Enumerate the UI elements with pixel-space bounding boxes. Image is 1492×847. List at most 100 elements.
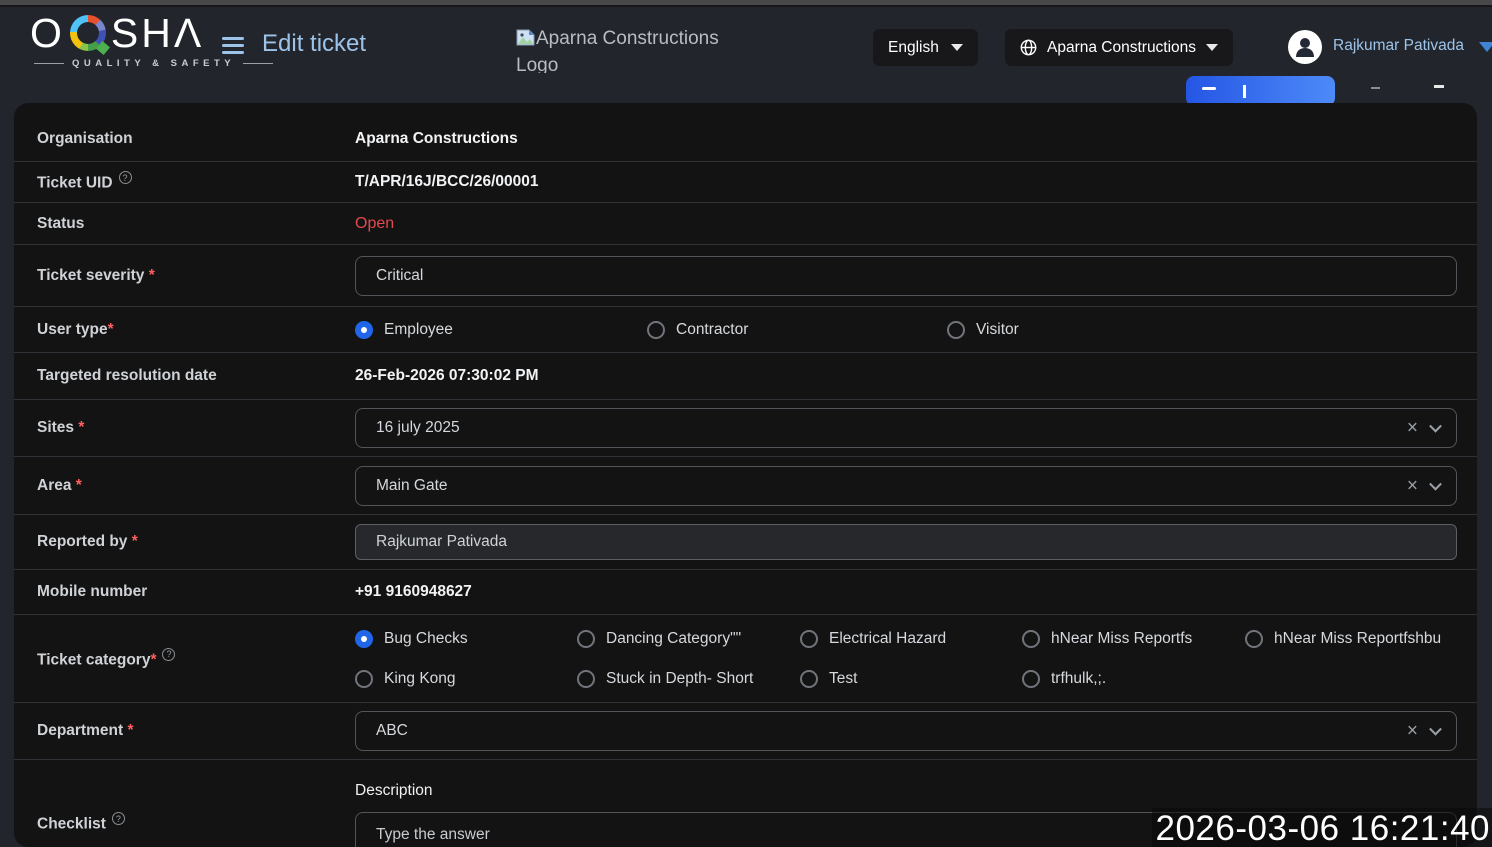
radio-selected-icon[interactable] [355, 321, 373, 339]
status-label: Status [37, 215, 355, 233]
ticket-uid-value: T/APR/16J/BCC/26/00001 [355, 173, 1457, 191]
user-menu-caret-icon[interactable] [1479, 42, 1492, 52]
mobile-number-label: Mobile number [37, 583, 355, 601]
user-avatar[interactable] [1288, 30, 1322, 64]
area-select[interactable]: Main Gate × [355, 466, 1457, 506]
category-option-king-kong[interactable]: King Kong [355, 670, 577, 688]
target-date-label: Targeted resolution date [37, 367, 355, 385]
user-type-option-visitor[interactable]: Visitor [947, 321, 1457, 339]
radio-icon[interactable] [947, 321, 965, 339]
logo-q-ring-icon [70, 15, 106, 51]
radio-icon[interactable] [1245, 630, 1263, 648]
screen-timestamp-overlay: 2026-03-06 16:21:40 [1152, 808, 1492, 847]
reported-by-input[interactable] [355, 524, 1457, 560]
radio-selected-icon[interactable] [355, 630, 373, 648]
help-icon[interactable]: ? [119, 171, 132, 184]
logo-q-tail [96, 41, 110, 55]
form-row-department: Department * ABC × [14, 703, 1477, 760]
form-row-mobile-number: Mobile number +91 9160948627 [14, 570, 1477, 615]
department-select[interactable]: ABC × [355, 711, 1457, 751]
category-option-stuck-in-depth-short[interactable]: Stuck in Depth- Short [577, 670, 800, 688]
sites-label: Sites * [37, 419, 355, 437]
form-row-organisation: Organisation Aparna Constructions [14, 117, 1477, 162]
page-title: Edit ticket [262, 30, 366, 58]
chevron-down-icon[interactable] [1429, 420, 1442, 433]
radio-icon[interactable] [577, 670, 595, 688]
clear-icon[interactable]: × [1407, 419, 1418, 438]
ticket-category-label: Ticket category*? [37, 648, 355, 670]
form-row-target-date: Targeted resolution date 26-Feb-2026 07:… [14, 353, 1477, 400]
required-asterisk: * [123, 722, 133, 739]
form-row-ticket-category: Ticket category*? Bug Checks Dancing Cat… [14, 615, 1477, 703]
radio-icon[interactable] [647, 321, 665, 339]
category-option-hnear-miss-reportfshbu[interactable]: hNear Miss Reportfshbu [1245, 630, 1457, 648]
update-ticket-button[interactable] [1186, 76, 1335, 106]
form-row-area: Area * Main Gate × [14, 457, 1477, 515]
logo-letters-sha: SHΛ [111, 11, 204, 55]
language-selector-label: English [888, 39, 939, 57]
reported-by-label: Reported by * [37, 533, 355, 551]
form-row-ticket-severity: Ticket severity * Critical [14, 245, 1477, 307]
sites-select[interactable]: 16 july 2025 × [355, 408, 1457, 448]
hidden-button-fragment [1434, 85, 1444, 88]
required-asterisk: * [127, 533, 137, 550]
form-row-reported-by: Reported by * [14, 515, 1477, 570]
broken-image-icon [516, 28, 535, 53]
clear-icon[interactable]: × [1407, 476, 1418, 495]
category-option-test[interactable]: Test [800, 670, 1022, 688]
tagline-dash-left [34, 63, 64, 64]
language-selector[interactable]: English [873, 29, 978, 66]
chevron-down-icon [1206, 44, 1218, 51]
status-badge: Open [355, 215, 394, 232]
ticket-severity-label: Ticket severity * [37, 267, 355, 285]
form-row-status: Status Open [14, 203, 1477, 245]
clear-icon[interactable]: × [1407, 722, 1418, 741]
checklist-label: Checklist? [37, 812, 355, 834]
user-type-option-contractor[interactable]: Contractor [647, 321, 947, 339]
chevron-down-icon[interactable] [1429, 477, 1442, 490]
organisation-label: Organisation [37, 130, 355, 148]
radio-icon[interactable] [1022, 630, 1040, 648]
organisation-value: Aparna Constructions [355, 130, 1457, 148]
department-value: ABC [376, 722, 408, 740]
ticket-severity-select[interactable]: Critical [355, 256, 1457, 296]
mobile-number-value: +91 9160948627 [355, 583, 1457, 601]
help-icon[interactable]: ? [162, 648, 175, 661]
radio-icon[interactable] [577, 630, 595, 648]
screen: O SHΛ QUALITY & SAFETY Edit ticket Aparn… [0, 0, 1492, 847]
sites-value: 16 july 2025 [376, 419, 460, 437]
user-type-label: User type* [37, 321, 355, 339]
area-value: Main Gate [376, 477, 448, 495]
category-option-dancing-category[interactable]: Dancing Category"" [577, 630, 800, 648]
required-asterisk: * [150, 651, 156, 668]
category-option-bug-checks[interactable]: Bug Checks [355, 630, 577, 648]
ticket-severity-value: Critical [376, 267, 423, 285]
user-name[interactable]: Rajkumar Pativada [1333, 37, 1464, 55]
form-row-sites: Sites * 16 july 2025 × [14, 400, 1477, 457]
radio-icon[interactable] [1022, 670, 1040, 688]
logo-tagline: QUALITY & SAFETY [34, 58, 273, 69]
organisation-selector[interactable]: Aparna Constructions [1005, 29, 1233, 66]
globe-icon [1020, 39, 1037, 56]
category-option-hnear-miss-reportfs[interactable]: hNear Miss Reportfs [1022, 630, 1245, 648]
user-type-option-employee[interactable]: Employee [355, 321, 647, 339]
hamburger-menu-icon[interactable] [222, 37, 244, 58]
button-text-fragment [1243, 85, 1246, 98]
radio-icon[interactable] [800, 670, 818, 688]
organisation-selector-label: Aparna Constructions [1047, 39, 1196, 57]
category-option-trfhulk[interactable]: trfhulk,;. [1022, 670, 1245, 688]
tagline-text: QUALITY & SAFETY [72, 58, 235, 69]
ticket-uid-label: Ticket UID? [37, 171, 355, 193]
radio-icon[interactable] [355, 670, 373, 688]
required-asterisk: * [71, 477, 81, 494]
edit-ticket-form-panel: Organisation Aparna Constructions Ticket… [14, 103, 1477, 847]
radio-icon[interactable] [800, 630, 818, 648]
logo-letter-o: O [30, 11, 65, 55]
required-asterisk: * [74, 419, 84, 436]
department-label: Department * [37, 722, 355, 740]
chevron-down-icon[interactable] [1429, 723, 1442, 736]
org-logo-broken-image: Aparna Constructions Logo [516, 26, 728, 73]
help-icon[interactable]: ? [112, 812, 125, 825]
area-label: Area * [37, 477, 355, 495]
category-option-electrical-hazard[interactable]: Electrical Hazard [800, 630, 1022, 648]
